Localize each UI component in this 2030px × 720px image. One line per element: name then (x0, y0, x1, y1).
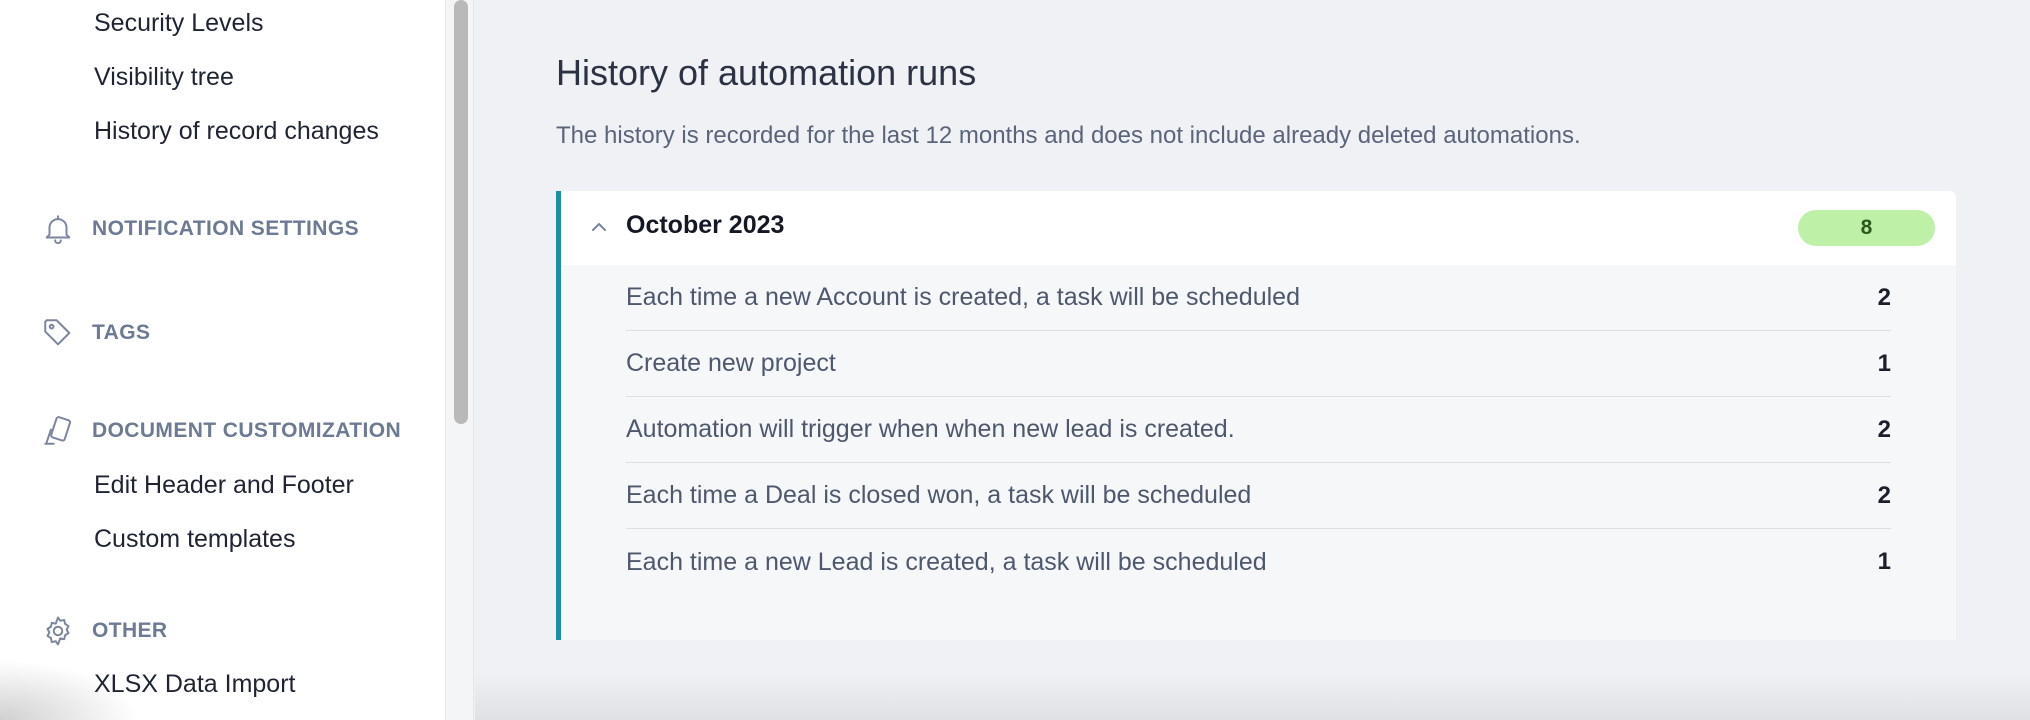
page-title: History of automation runs (556, 52, 977, 93)
tag-icon (40, 315, 76, 351)
month-label: October 2023 (626, 211, 785, 239)
list-item: Each time a new Account is created, a ta… (626, 265, 1891, 331)
sidebar-section-label: DOCUMENT CUSTOMIZATION (92, 419, 402, 442)
run-count: 1 (1877, 349, 1891, 377)
list-item: Each time a Deal is closed won, a task w… (626, 463, 1891, 529)
sidebar-item-security-levels[interactable]: Security Levels (94, 8, 264, 38)
automation-name: Each time a Deal is closed won, a task w… (626, 481, 1252, 509)
sidebar-section-label: NOTIFICATION SETTINGS (92, 217, 360, 240)
month-group-header[interactable]: October 2023 8 (561, 191, 1956, 265)
list-item: Automation will trigger when when new le… (626, 397, 1891, 463)
run-count: 2 (1877, 415, 1891, 443)
list-item: Each time a new Lead is created, a task … (626, 529, 1891, 595)
automation-name: Automation will trigger when when new le… (626, 415, 1235, 443)
automation-name: Create new project (626, 349, 836, 377)
sidebar-item-history-of-record-changes[interactable]: History of record changes (94, 116, 379, 146)
sidebar-section-tags[interactable]: TAGS (40, 315, 150, 351)
sidebar-section-label: TAGS (92, 321, 151, 344)
sidebar-item-edit-header-footer[interactable]: Edit Header and Footer (94, 470, 354, 500)
sidebar-scrollbar-thumb[interactable] (454, 0, 468, 424)
sidebar-section-label: OTHER (92, 619, 168, 642)
sidebar-item-custom-templates[interactable]: Custom templates (94, 524, 295, 554)
run-count: 2 (1877, 283, 1891, 311)
sidebar-section-notification-settings[interactable]: NOTIFICATION SETTINGS (40, 211, 359, 247)
page-subtitle: The history is recorded for the last 12 … (556, 122, 1581, 149)
list-item: Create new project 1 (626, 331, 1891, 397)
gear-icon (40, 613, 76, 649)
settings-sidebar: Security Levels Visibility tree History … (0, 0, 446, 720)
automation-run-list: Each time a new Account is created, a ta… (561, 265, 1956, 640)
month-total-badge: 8 (1798, 210, 1935, 246)
chevron-up-icon[interactable] (589, 217, 609, 237)
automation-history-group: October 2023 8 Each time a new Account i… (556, 191, 1956, 640)
sidebar-item-visibility-tree[interactable]: Visibility tree (94, 62, 234, 92)
bell-icon (40, 211, 76, 247)
sidebar-section-document-customization[interactable]: DOCUMENT CUSTOMIZATION (40, 413, 401, 449)
sidebar-item-xlsx-data-import[interactable]: XLSX Data Import (94, 669, 295, 699)
automation-name: Each time a new Account is created, a ta… (626, 283, 1300, 311)
sidebar-section-other[interactable]: OTHER (40, 613, 168, 649)
run-count: 2 (1877, 481, 1891, 509)
document-customization-icon (40, 413, 76, 449)
automation-name: Each time a new Lead is created, a task … (626, 547, 1267, 576)
run-count: 1 (1877, 548, 1891, 575)
bottom-shadow (475, 672, 2030, 720)
